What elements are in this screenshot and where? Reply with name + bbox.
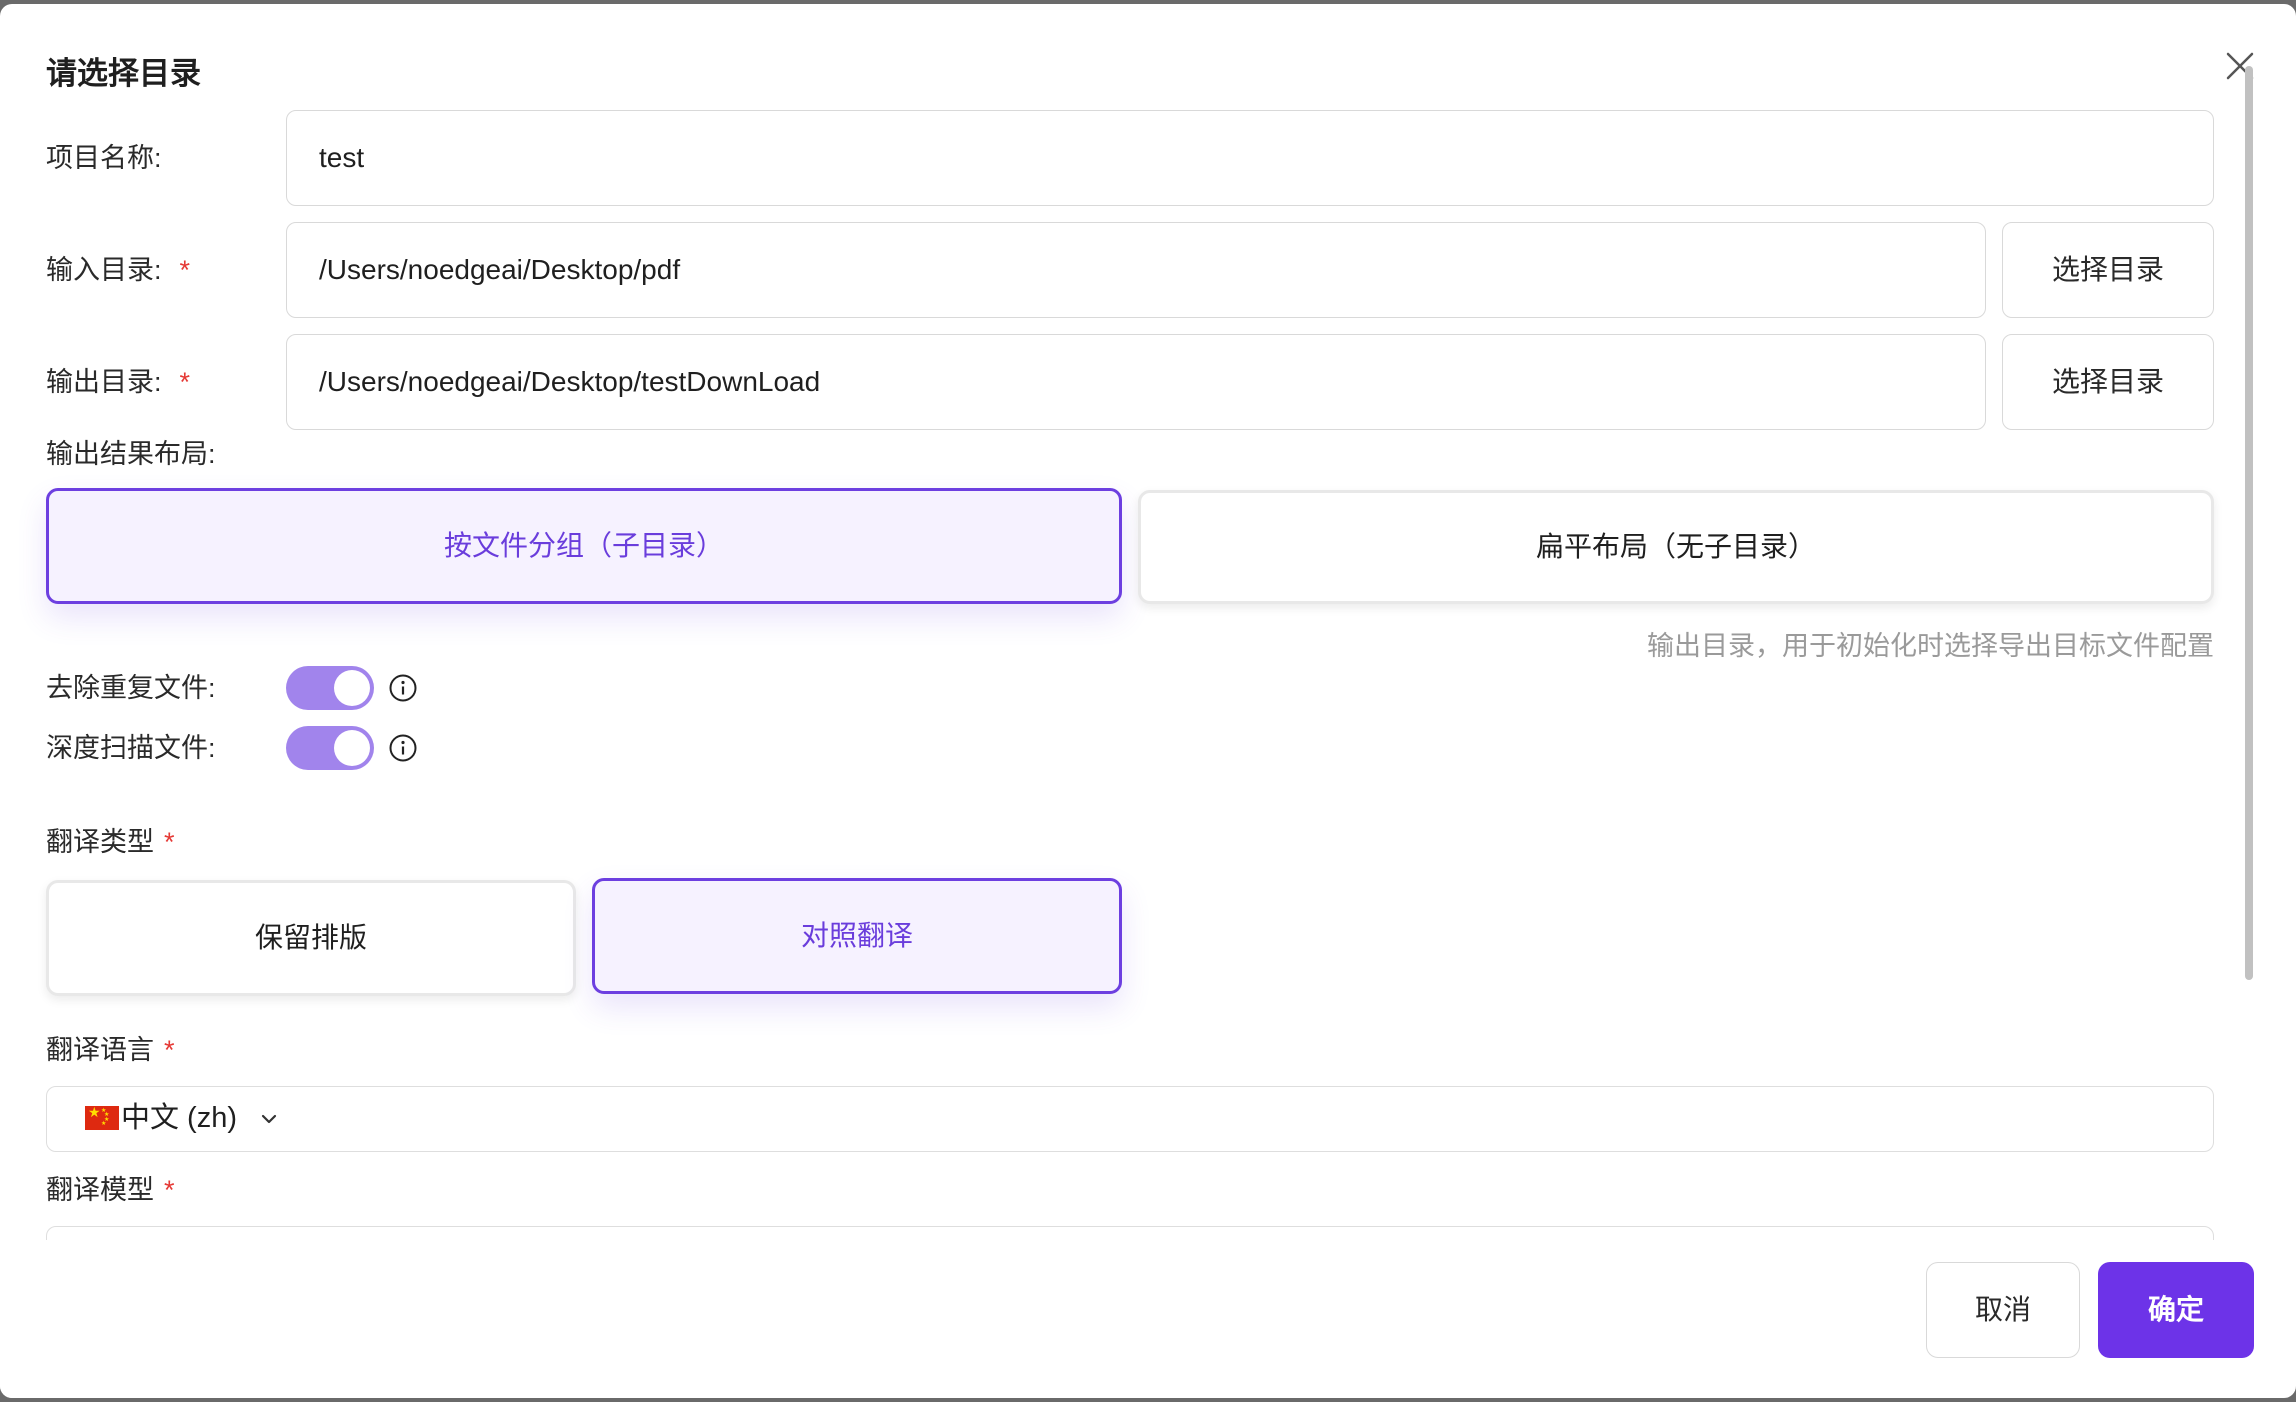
translate-model-label: 翻译模型 * (46, 1170, 175, 1210)
required-mark: * (164, 1175, 175, 1205)
layout-hint: 输出目录，用于初始化时选择导出目标文件配置 (1647, 631, 2214, 661)
input-dir-label: 输入目录: * (46, 250, 190, 290)
cancel-button[interactable]: 取消 (1926, 1262, 2080, 1358)
chevron-down-icon (261, 1114, 277, 1124)
scrollbar-thumb[interactable] (2245, 66, 2253, 980)
translate-lang-label: 翻译语言 * (46, 1030, 175, 1070)
output-dir-label: 输出目录: * (46, 362, 190, 402)
layout-option-grouped[interactable]: 按文件分组（子目录） (46, 488, 1122, 604)
required-mark: * (164, 827, 175, 857)
dialog-title: 请选择目录 (46, 56, 201, 91)
required-mark: * (179, 367, 191, 397)
project-name-input[interactable]: test (286, 110, 2214, 206)
china-flag-icon: ★ ★ ★ ★ ★ (85, 1104, 119, 1130)
project-name-label: 项目名称: (46, 138, 162, 178)
translate-type-label: 翻译类型 * (46, 822, 175, 862)
translate-model-label-text: 翻译模型 (46, 1175, 154, 1205)
info-icon[interactable] (388, 673, 418, 703)
output-dir-label-text: 输出目录: (46, 367, 162, 397)
input-dir-select-button[interactable]: 选择目录 (2002, 222, 2214, 318)
output-dir-select-button[interactable]: 选择目录 (2002, 334, 2214, 430)
output-dir-field[interactable]: /Users/noedgeai/Desktop/testDownLoad (286, 334, 1986, 430)
required-mark: * (164, 1035, 175, 1065)
toggle-knob (334, 670, 370, 706)
dedupe-toggle[interactable] (286, 666, 374, 710)
dedupe-label: 去除重复文件: (46, 673, 216, 703)
deep-scan-toggle[interactable] (286, 726, 374, 770)
confirm-button[interactable]: 确定 (2098, 1262, 2254, 1358)
layout-label: 输出结果布局: (46, 439, 216, 469)
select-directory-dialog: 请选择目录 项目名称: test 输入目录: * /Users/noedgeai/… (0, 4, 2296, 1398)
translate-type-parallel[interactable]: 对照翻译 (592, 878, 1122, 994)
layout-option-flat[interactable]: 扁平布局（无子目录） (1138, 490, 2214, 604)
project-name-label-text: 项目名称: (46, 143, 162, 173)
footer-area (0, 1240, 2240, 1398)
translate-lang-select[interactable]: ★ ★ ★ ★ ★ 中文 (zh) (46, 1086, 2214, 1152)
required-mark: * (179, 255, 191, 285)
input-dir-label-text: 输入目录: (46, 255, 162, 285)
input-dir-field[interactable]: /Users/noedgeai/Desktop/pdf (286, 222, 1986, 318)
translate-type-label-text: 翻译类型 (46, 827, 154, 857)
translate-lang-value: 中文 (zh) (121, 1102, 238, 1134)
info-icon[interactable] (388, 733, 418, 763)
translate-type-keep-layout[interactable]: 保留排版 (46, 880, 576, 996)
deep-scan-label: 深度扫描文件: (46, 733, 216, 763)
toggle-knob (334, 730, 370, 766)
translate-lang-label-text: 翻译语言 (46, 1035, 154, 1065)
